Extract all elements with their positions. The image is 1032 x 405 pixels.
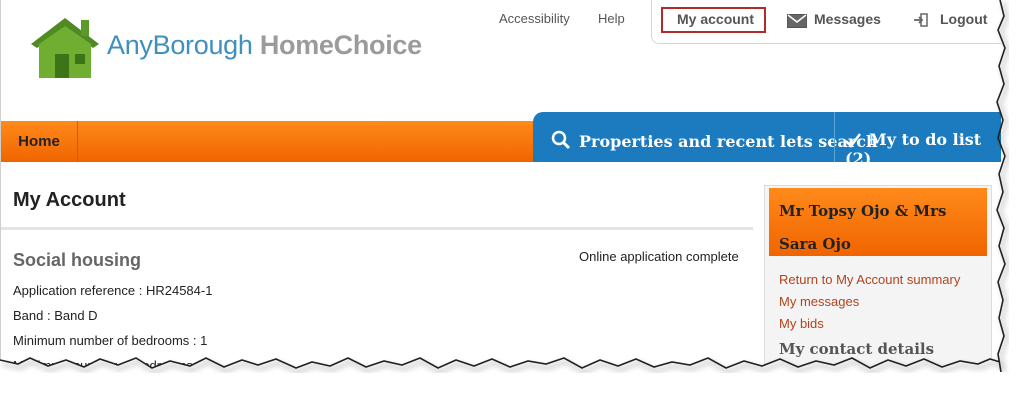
band-field: Band : Band D [13, 308, 98, 323]
magnifier-icon [551, 130, 571, 150]
page-title: My Account [13, 189, 126, 211]
section-title: Social housing [13, 250, 142, 270]
tab-properties-search[interactable]: Properties and recent lets search [551, 130, 878, 151]
my-messages-link[interactable]: My messages [779, 294, 859, 309]
tab-divider [834, 112, 835, 162]
checkmark-icon [845, 133, 861, 148]
my-bids-link[interactable]: My bids [779, 316, 824, 331]
page: AnyBorough HomeChoice Accessibility Help… [0, 0, 1001, 372]
logout-link[interactable]: Logout [940, 11, 987, 27]
title-divider [1, 227, 753, 230]
messages-link[interactable]: Messages [814, 11, 881, 27]
torn-edge-right [996, 0, 1006, 372]
brand-name-part1: AnyBorough [107, 30, 253, 60]
house-logo-icon [31, 18, 99, 78]
application-status: Online application complete [579, 249, 739, 264]
accessibility-link[interactable]: Accessibility [499, 11, 570, 26]
envelope-icon [787, 14, 807, 28]
torn-edge [0, 340, 1032, 405]
tab-properties-search-label: Properties and recent lets search [579, 132, 878, 151]
logout-icon [914, 13, 928, 27]
help-link[interactable]: Help [598, 11, 625, 26]
nav-home[interactable]: Home [1, 121, 78, 162]
application-reference: Application reference : HR24584-1 [13, 283, 213, 298]
tab-todo-list[interactable]: My to do list (2) [845, 130, 1001, 168]
brand-name: AnyBorough HomeChoice [107, 30, 422, 61]
site-logo[interactable]: AnyBorough HomeChoice [25, 12, 425, 82]
tab-todo-list-label: My to do list (2) [845, 130, 982, 168]
brand-name-part2: HomeChoice [259, 30, 422, 60]
return-summary-link[interactable]: Return to My Account summary [779, 272, 960, 287]
applicant-name: Mr Topsy Ojo & Mrs Sara Ojo [779, 202, 947, 253]
my-account-link[interactable]: My account [677, 11, 754, 27]
